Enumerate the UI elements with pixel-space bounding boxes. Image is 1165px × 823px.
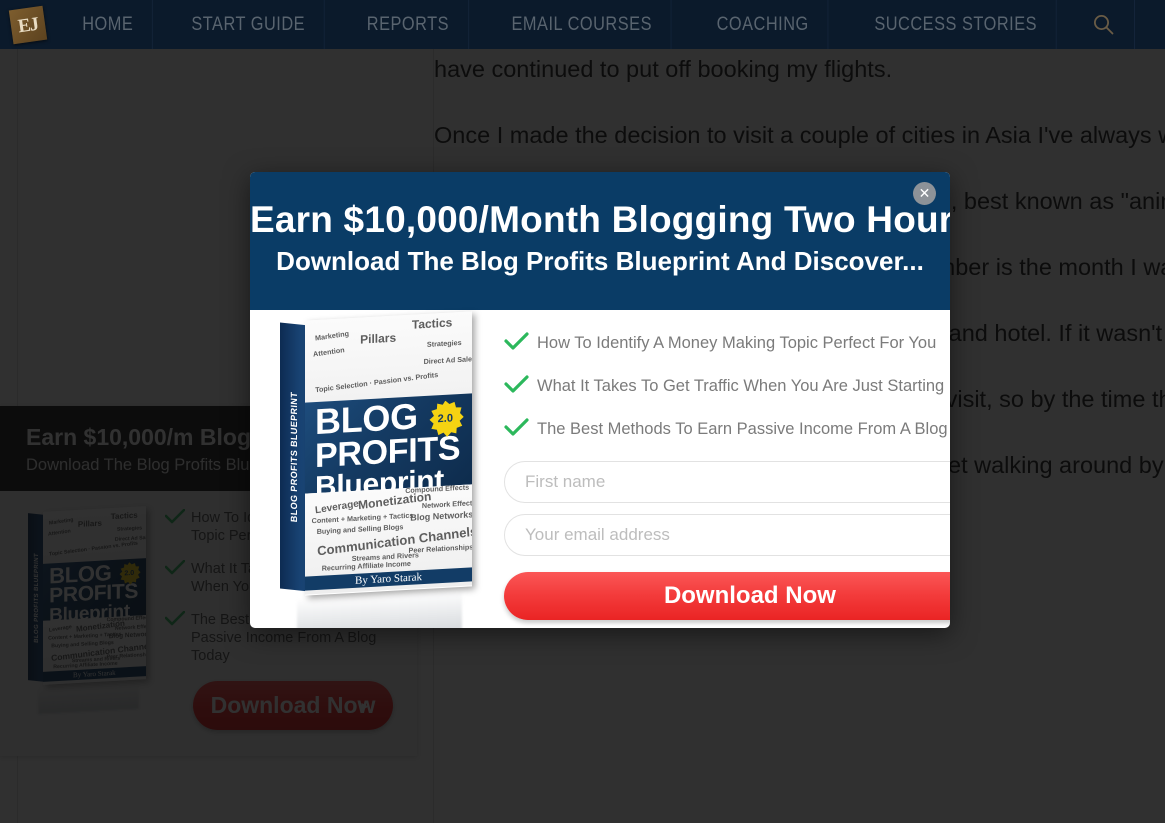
book-keyword: Attention [312,345,346,359]
check-icon [504,332,537,355]
book-keyword: Network Effects [421,498,472,511]
close-icon[interactable]: ✕ [913,182,936,205]
modal-body: BLOG PROFITS BLUEPRINT Marketing Attenti… [250,310,950,628]
book-top-keywords: Marketing Attention Pillars Tactics Stra… [304,311,472,404]
check-icon [504,418,537,441]
logo-text: EJ [16,12,40,37]
book-bottom-keywords: Leverage Monetization Compound Effects N… [304,482,472,596]
book-cover: BLOG PROFITS BLUEPRINT Marketing Attenti… [280,311,472,628]
book-reflection [297,589,463,628]
benefit-item: What It Takes To Get Traffic When You Ar… [504,375,950,398]
modal-subtitle: Download The Blog Profits Blueprint And … [276,246,924,276]
book-title-block: BLOG PROFITS Blueprint 2.0 [304,393,472,504]
download-now-label: Download Now [663,582,836,609]
email-input[interactable] [504,514,950,556]
modal-form-column: How To Identify A Money Making Topic Per… [502,310,950,628]
nav-success-stories[interactable]: SUCCESS STORIES [855,0,1057,49]
check-icon [504,375,537,398]
nav-start-guide[interactable]: START GUIDE [173,0,326,49]
nav-reports[interactable]: REPORTS [347,0,469,49]
modal-title: Earn $10,000/Month Blogging Two Hours A … [250,199,950,240]
benefit-label: The Best Methods To Earn Passive Income … [537,420,950,438]
modal-book-image: BLOG PROFITS BLUEPRINT Marketing Attenti… [250,310,502,628]
site-logo[interactable]: EJ [0,0,56,49]
download-now-button[interactable]: Download Now ► [504,572,950,620]
benefit-label: What It Takes To Get Traffic When You Ar… [537,377,945,395]
book-keyword: Pillars [360,330,397,347]
first-name-input[interactable] [504,461,950,503]
book-spine-text: BLOG PROFITS BLUEPRINT [289,391,300,524]
modal-header: Earn $10,000/Month Blogging Two Hours A … [250,172,950,310]
nav-filler [1135,0,1165,49]
nav-email-courses[interactable]: EMAIL COURSES [493,0,673,49]
top-navigation: EJ HOME START GUIDE REPORTS EMAIL COURSE… [0,0,1165,49]
book-keyword: Strategies [426,338,462,350]
search-icon[interactable] [1073,0,1136,49]
book-keyword: Marketing [314,328,350,343]
book-keyword: Topic Selection · Passion vs. Profits [314,369,439,395]
book-keyword: Tactics [411,315,453,332]
book-keyword: Blog Networks [410,509,472,524]
benefit-item: How To Identify A Money Making Topic Per… [504,332,950,355]
nav-home[interactable]: HOME [63,0,154,49]
book-face: Marketing Attention Pillars Tactics Stra… [304,311,472,596]
nav-coaching[interactable]: COACHING [697,0,829,49]
benefit-item: The Best Methods To Earn Passive Income … [504,418,950,441]
benefit-label: How To Identify A Money Making Topic Per… [537,334,937,352]
book-keyword: Recurring Affiliate Income [321,558,411,573]
optin-modal: Earn $10,000/Month Blogging Two Hours A … [250,172,950,628]
book-keyword: Direct Ad Sales [423,353,472,366]
